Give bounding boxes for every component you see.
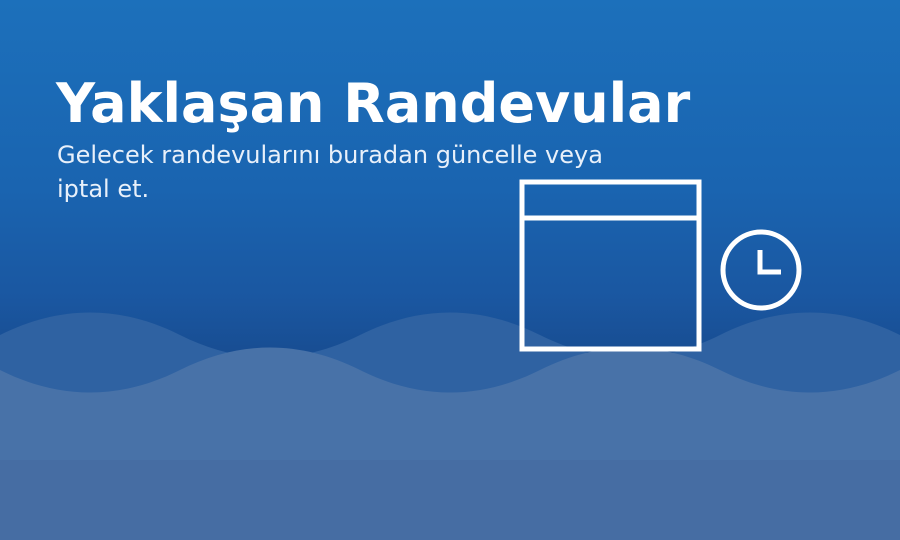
page-title: Yaklaşan Randevular (56, 72, 691, 135)
clock-icon (720, 229, 802, 311)
wave-decoration (0, 312, 900, 540)
wave-base (0, 460, 900, 540)
calendar-icon (519, 179, 702, 352)
hero-banner: Yaklaşan Randevular Gelecek randevuların… (0, 0, 900, 540)
